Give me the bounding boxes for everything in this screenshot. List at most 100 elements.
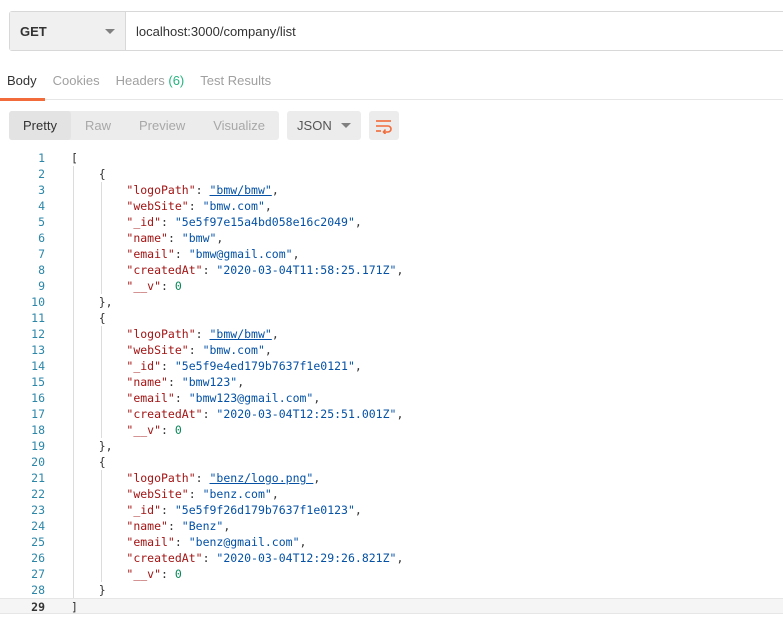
code-content: "webSite": "bmw.com", (45, 198, 783, 214)
code-content: }, (45, 438, 783, 454)
code-content: "logoPath": "benz/logo.png", (45, 470, 783, 486)
tab-headers[interactable]: Headers (6) (108, 64, 193, 100)
json-punctuation (71, 199, 126, 213)
indent-guide (101, 230, 102, 246)
json-key: "_id" (126, 215, 162, 229)
code-line: 13 "webSite": "bmw.com", (0, 342, 783, 358)
json-string-value[interactable]: "bmw/bmw" (210, 183, 272, 197)
indent-guide (101, 390, 102, 406)
code-content: "webSite": "benz.com", (45, 486, 783, 502)
indent-guide (73, 358, 74, 374)
json-string-value: "bmw.com" (202, 199, 265, 213)
code-line: 11 { (0, 310, 783, 326)
line-number: 17 (31, 407, 45, 421)
view-pretty-button[interactable]: Pretty (9, 111, 71, 140)
url-input[interactable]: localhost:3000/company/list (126, 12, 783, 50)
format-select[interactable]: JSON (287, 111, 362, 140)
line-number: 14 (31, 359, 45, 373)
code-line: 5 "_id": "5e5f97e15a4bd058e16c2049", (0, 214, 783, 230)
json-punctuation: : (174, 535, 189, 549)
line-number: 8 (38, 263, 45, 277)
code-content: "name": "bmw", (45, 230, 783, 246)
json-number-value: 0 (174, 423, 182, 437)
indent-guide (73, 326, 74, 342)
code-content: "webSite": "bmw.com", (45, 342, 783, 358)
code-line: 20 { (0, 454, 783, 470)
line-number: 11 (31, 311, 45, 325)
json-punctuation: , (396, 263, 404, 277)
json-string-value[interactable]: "benz/logo.png" (210, 471, 314, 485)
method-select[interactable]: GET (10, 12, 126, 50)
code-line: 28 } (0, 582, 783, 598)
json-punctuation: { (71, 311, 106, 325)
indent-guide (73, 582, 74, 598)
indent-guide (73, 502, 74, 518)
json-punctuation (71, 535, 126, 549)
indent-guide (73, 166, 74, 182)
json-punctuation: : (161, 279, 175, 293)
json-punctuation (71, 487, 126, 501)
code-line: 29] (0, 598, 783, 614)
wrap-lines-button[interactable] (369, 111, 400, 140)
indent-guide (101, 374, 102, 390)
code-line: 19 }, (0, 438, 783, 454)
json-string-value: "Benz" (181, 519, 224, 533)
response-body-viewer[interactable]: 1[2 {3 "logoPath": "bmw/bmw", 4 "webSite"… (0, 150, 783, 620)
code-line: 14 "_id": "5e5f9e4ed179b7637f1e0121", (0, 358, 783, 374)
wrap-lines-icon (376, 119, 392, 134)
tab-test-results[interactable]: Test Results (192, 64, 279, 100)
json-punctuation: { (71, 167, 106, 181)
view-raw-button[interactable]: Raw (71, 111, 125, 140)
tab-cookies[interactable]: Cookies (45, 64, 108, 100)
json-punctuation: , (396, 407, 404, 421)
json-punctuation (71, 263, 126, 277)
code-content: "logoPath": "bmw/bmw", (45, 182, 783, 198)
view-preview-button[interactable]: Preview (125, 111, 199, 140)
indent-guide (73, 566, 74, 582)
code-line: 3 "logoPath": "bmw/bmw", (0, 182, 783, 198)
code-line: 12 "logoPath": "bmw/bmw", (0, 326, 783, 342)
json-punctuation: : (188, 487, 203, 501)
line-number: 16 (31, 391, 45, 405)
tab-body[interactable]: Body (0, 64, 45, 101)
json-punctuation (71, 343, 126, 357)
json-punctuation: , (396, 551, 404, 565)
json-string-value: "bmw123" (181, 375, 238, 389)
indent-guide (73, 278, 74, 294)
line-number: 20 (31, 455, 45, 469)
json-punctuation: [ (71, 151, 78, 165)
json-punctuation (71, 503, 126, 517)
code-content: { (45, 166, 783, 182)
line-number: 15 (31, 375, 45, 389)
json-punctuation: , (354, 215, 362, 229)
json-key: "email" (126, 391, 175, 405)
indent-guide (101, 262, 102, 278)
code-line: 27 "__v": 0 (0, 566, 783, 582)
view-visualize-button[interactable]: Visualize (199, 111, 279, 140)
code-content: "__v": 0 (45, 278, 783, 294)
json-punctuation: , (271, 327, 279, 341)
json-key: "__v" (126, 279, 162, 293)
code-line: 22 "webSite": "benz.com", (0, 486, 783, 502)
json-string-value[interactable]: "bmw/bmw" (210, 327, 272, 341)
json-key: "createdAt" (126, 551, 203, 565)
indent-guide (73, 182, 74, 198)
code-content: "email": "benz@gmail.com", (45, 534, 783, 550)
json-string-value: "5e5f9e4ed179b7637f1e0121" (174, 359, 355, 373)
line-number: 10 (31, 295, 45, 309)
json-punctuation (71, 375, 126, 389)
line-number: 26 (31, 551, 45, 565)
indent-guide (73, 214, 74, 230)
json-punctuation: : (202, 407, 217, 421)
indent-guide (73, 374, 74, 390)
line-number: 23 (31, 503, 45, 517)
json-punctuation: , (216, 231, 224, 245)
line-number: 7 (38, 247, 45, 261)
line-number: 4 (38, 199, 45, 213)
json-punctuation (71, 183, 126, 197)
indent-guide (101, 278, 102, 294)
json-punctuation: : (167, 231, 182, 245)
indent-guide (101, 358, 102, 374)
json-punctuation: , (299, 535, 307, 549)
json-punctuation: : (161, 567, 175, 581)
